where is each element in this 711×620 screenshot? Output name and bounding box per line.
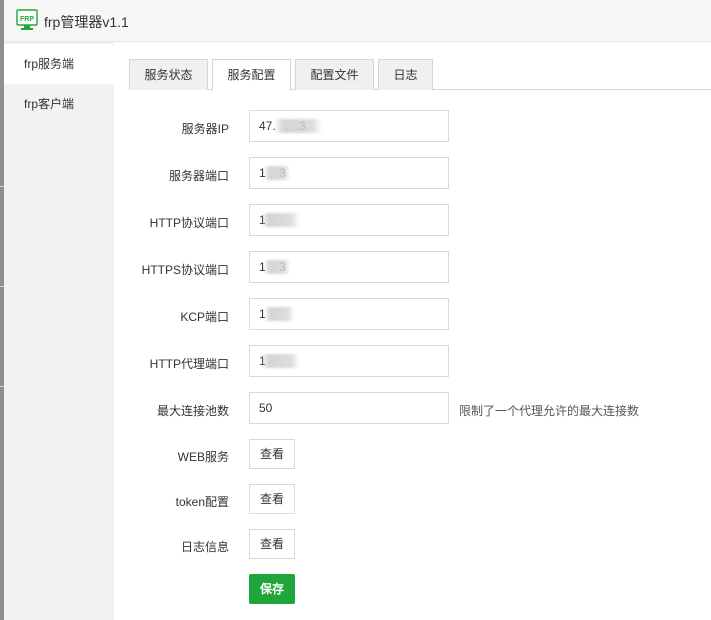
max-pool-hint: 限制了一个代理允许的最大连接数 xyxy=(459,404,640,418)
sidebar: frp服务端 frp客户端 xyxy=(4,42,114,620)
kcp-port-label: KCP端口 xyxy=(180,310,229,324)
save-button[interactable]: 保存 xyxy=(249,574,295,604)
sidebar-item-label: frp客户端 xyxy=(24,97,75,111)
sidebar-item-frp-server[interactable]: frp服务端 xyxy=(4,44,114,84)
web-service-view-button[interactable]: 查看 xyxy=(249,439,295,469)
server-ip-label: 服务器IP xyxy=(181,122,229,136)
tab-config-file[interactable]: 配置文件 xyxy=(295,59,374,90)
web-service-label: WEB服务 xyxy=(177,450,229,464)
app-icon-text: FRP xyxy=(20,16,34,23)
log-info-label: 日志信息 xyxy=(180,540,229,554)
redaction-blur xyxy=(261,354,299,368)
app-title: frp管理器v1.1 xyxy=(44,14,129,30)
http-proxy-port-label: HTTP代理端口 xyxy=(149,357,229,371)
sidebar-item-label: frp服务端 xyxy=(24,57,75,71)
redaction-blur xyxy=(264,307,294,321)
log-info-view-button[interactable]: 查看 xyxy=(249,529,295,559)
http-port-label: HTTP协议端口 xyxy=(149,216,229,230)
max-pool-label: 最大连接池数 xyxy=(156,404,229,418)
redaction-blur xyxy=(274,119,322,133)
redaction-blur xyxy=(264,166,290,180)
sidebar-item-frp-client[interactable]: frp客户端 xyxy=(4,84,114,124)
max-pool-input[interactable] xyxy=(249,392,449,424)
redaction-blur xyxy=(264,260,290,274)
frp-app-icon: FRP xyxy=(16,9,38,30)
title-bar: FRP frp管理器v1.1 xyxy=(4,0,711,42)
tab-log[interactable]: 日志 xyxy=(378,59,433,90)
main-content: 服务状态 服务配置 配置文件 日志 服务器IP 服务器端口 HTTP协议端口 H… xyxy=(114,42,711,620)
token-config-label: token配置 xyxy=(175,495,229,509)
tab-service-config[interactable]: 服务配置 xyxy=(212,59,291,91)
redaction-blur xyxy=(261,213,299,227)
server-port-label: 服务器端口 xyxy=(168,169,229,183)
https-port-label: HTTPS协议端口 xyxy=(141,263,229,277)
tab-service-status[interactable]: 服务状态 xyxy=(129,59,208,90)
token-config-view-button[interactable]: 查看 xyxy=(249,484,295,514)
